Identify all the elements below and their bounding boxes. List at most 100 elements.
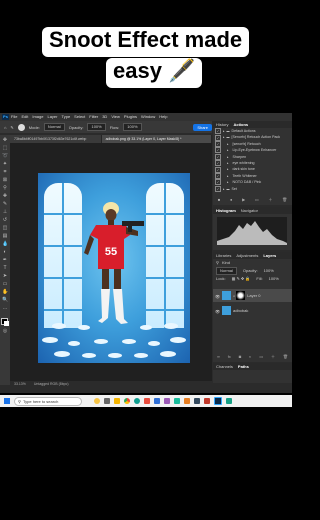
app-icon-5[interactable]: [194, 398, 200, 404]
zoom-level[interactable]: 33.13%: [14, 381, 26, 387]
add-mask-icon[interactable]: ◙: [239, 354, 241, 360]
pen-tool-icon[interactable]: ✒: [2, 258, 8, 263]
checkmark-icon[interactable]: ✓: [215, 179, 221, 186]
tab-adjustments[interactable]: Adjustments: [236, 252, 258, 259]
new-set-icon[interactable]: ▭: [255, 197, 259, 203]
link-layers-icon[interactable]: ∞: [217, 354, 220, 360]
tab-libraries[interactable]: Libraries: [216, 252, 231, 259]
task-view-icon[interactable]: [104, 398, 110, 404]
app-icon-6[interactable]: [204, 398, 210, 404]
taskbar-search-box[interactable]: ⚲ Type here to search: [14, 396, 82, 406]
fill-field[interactable]: 100%: [269, 275, 279, 282]
menu-select[interactable]: Select: [74, 113, 85, 121]
path-select-tool-icon[interactable]: ➤: [2, 274, 8, 279]
lock-icons[interactable]: ▦ ✎ ✥ 🔒: [232, 275, 251, 282]
tab-other-document[interactable]: 73ba8b4ff01497bb0f1373f2d63e7621c6f.webp: [10, 135, 101, 143]
share-button[interactable]: Share: [193, 123, 212, 131]
app-icon[interactable]: [144, 398, 150, 404]
menu-3d[interactable]: 3D: [102, 113, 107, 121]
menu-type[interactable]: Type: [62, 113, 71, 121]
group-icon[interactable]: ▭: [259, 354, 263, 360]
blend-mode-select[interactable]: Normal: [216, 267, 237, 275]
opacity-field[interactable]: 100%: [87, 123, 106, 131]
frame-tool-icon[interactable]: ⊠: [2, 178, 8, 183]
healing-tool-icon[interactable]: ✚: [2, 194, 8, 199]
checkmark-icon[interactable]: ✓: [215, 147, 221, 154]
kind-filter-select[interactable]: Kind: [222, 259, 230, 267]
visibility-eye-icon[interactable]: 👁: [215, 294, 220, 299]
delete-layer-icon[interactable]: 🗑: [283, 354, 288, 360]
canvas-image[interactable]: 55: [38, 173, 190, 363]
menu-view[interactable]: View: [111, 113, 120, 121]
menu-edit[interactable]: Edit: [21, 113, 28, 121]
photoshop-taskbar-icon[interactable]: [214, 397, 222, 405]
new-action-icon[interactable]: ＋: [268, 197, 272, 203]
app-icon-4[interactable]: [184, 398, 190, 404]
blur-tool-icon[interactable]: 💧: [2, 242, 8, 247]
menu-plugins[interactable]: Plugins: [124, 113, 137, 121]
edge-icon[interactable]: [134, 398, 140, 404]
shape-tool-icon[interactable]: ▭: [2, 282, 8, 287]
dodge-tool-icon[interactable]: ◐: [2, 250, 8, 255]
app-icon-2[interactable]: [164, 398, 170, 404]
type-tool-icon[interactable]: T: [2, 266, 8, 271]
search-placeholder[interactable]: Type here to search: [23, 399, 58, 404]
color-swatches[interactable]: [1, 318, 9, 326]
lasso-tool-icon[interactable]: ➰: [2, 154, 8, 159]
tab-active-document[interactable]: adbobak.png @ 33.1% (Layer 0, Layer Mask…: [101, 135, 211, 143]
checkmark-icon[interactable]: ✓: [215, 166, 221, 173]
tab-navigator[interactable]: Navigator: [241, 207, 258, 214]
zoom-tool-icon[interactable]: 🔍: [2, 298, 8, 303]
layer-mask-thumbnail[interactable]: [236, 291, 246, 300]
tab-channels[interactable]: Channels: [216, 363, 233, 370]
delete-action-icon[interactable]: 🗑: [282, 197, 287, 203]
background-color-swatch[interactable]: [4, 321, 9, 326]
checkmark-icon[interactable]: ✓: [215, 153, 221, 160]
app-icon-3[interactable]: [174, 398, 180, 404]
home-icon[interactable]: ⌂: [4, 125, 6, 130]
chrome-icon[interactable]: [124, 398, 130, 404]
menu-file[interactable]: File: [11, 113, 17, 121]
menu-image[interactable]: Image: [32, 113, 43, 121]
checkmark-icon[interactable]: ✓: [215, 140, 221, 147]
stop-icon[interactable]: ■: [218, 197, 220, 203]
eyedropper-tool-icon[interactable]: ⚲: [2, 186, 8, 191]
menu-help[interactable]: Help: [159, 113, 167, 121]
checkmark-icon[interactable]: ✓: [215, 134, 221, 141]
play-icon[interactable]: ▶: [242, 197, 245, 203]
visibility-eye-icon[interactable]: 👁: [215, 309, 220, 314]
gradient-tool-icon[interactable]: ▤: [2, 234, 8, 239]
brush-tool-icon[interactable]: ✎: [10, 125, 13, 130]
layer-row-layer-0[interactable]: 👁 ∞ Layer 0: [213, 289, 292, 302]
history-brush-tool-icon[interactable]: ↺: [2, 218, 8, 223]
action-item[interactable]: ✓ ▸ ▬ Set: [213, 185, 292, 192]
stamp-tool-icon[interactable]: ⊥: [2, 210, 8, 215]
menu-window[interactable]: Window: [141, 113, 155, 121]
new-layer-icon[interactable]: ＋: [271, 354, 275, 360]
fx-icon[interactable]: fx: [228, 354, 231, 360]
menu-filter[interactable]: Filter: [89, 113, 98, 121]
crop-tool-icon[interactable]: ⌗: [2, 170, 8, 175]
tab-paths[interactable]: Paths: [238, 363, 249, 370]
more-tools-icon[interactable]: …: [2, 306, 8, 311]
adjustment-layer-icon[interactable]: ◐: [249, 354, 251, 360]
menu-layer[interactable]: Layer: [47, 113, 57, 121]
checkmark-icon[interactable]: ✓: [215, 128, 221, 135]
mode-select[interactable]: Normal: [43, 123, 65, 131]
layer-row-adbobak[interactable]: 👁 adbobak: [213, 304, 292, 317]
hand-tool-icon[interactable]: ✋: [2, 290, 8, 295]
disclosure-triangle-icon[interactable]: ▸: [223, 186, 225, 192]
quick-mask-icon[interactable]: ◎: [2, 329, 8, 334]
layer-opacity-field[interactable]: 100%: [264, 267, 274, 275]
record-icon[interactable]: ●: [230, 197, 232, 203]
tab-actions[interactable]: Actions: [233, 121, 248, 128]
windows-start-icon[interactable]: [4, 398, 10, 404]
file-explorer-icon[interactable]: [114, 398, 120, 404]
tab-history[interactable]: History: [216, 121, 228, 128]
marquee-tool-icon[interactable]: ⬚: [2, 146, 8, 151]
move-tool-icon[interactable]: ✥: [2, 138, 8, 143]
flow-field[interactable]: 100%: [123, 123, 142, 131]
checkmark-icon[interactable]: ✓: [215, 172, 221, 179]
tab-histogram[interactable]: Histogram: [216, 207, 236, 214]
store-icon[interactable]: [154, 398, 160, 404]
